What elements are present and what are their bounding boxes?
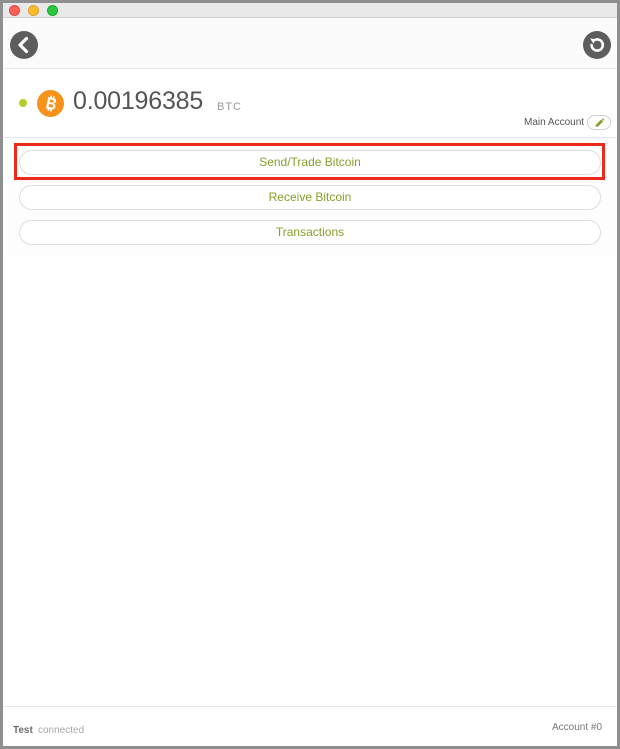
refresh-button[interactable] — [583, 31, 611, 59]
receive-bitcoin-button[interactable]: Receive Bitcoin — [19, 185, 601, 210]
pencil-icon — [595, 118, 605, 127]
network-name: Test — [13, 725, 33, 736]
balance-unit: BTC — [217, 101, 242, 113]
network-status: connected — [38, 725, 85, 736]
close-window-button[interactable] — [9, 5, 20, 16]
send-trade-bitcoin-button[interactable]: Send/Trade Bitcoin — [19, 150, 601, 175]
bitcoin-icon — [37, 90, 64, 117]
connection-status-dot — [19, 99, 27, 107]
account-name: Main Account — [524, 117, 585, 128]
status-footer: Test connected Account #0 — [3, 706, 617, 746]
account-index: Account #0 — [552, 722, 603, 733]
edit-account-name-button[interactable] — [587, 115, 611, 130]
transactions-button[interactable]: Transactions — [19, 220, 601, 245]
wallet-actions: Send/Trade Bitcoin Receive Bitcoin Trans… — [3, 139, 617, 255]
back-button[interactable] — [10, 31, 38, 59]
minimize-window-button[interactable] — [28, 5, 39, 16]
balance-panel: 0.00196385 BTC Main Account — [3, 70, 617, 138]
chevron-left-icon — [18, 36, 29, 54]
refresh-icon — [590, 38, 605, 52]
title-bar — [3, 3, 617, 18]
app-window: 0.00196385 BTC Main Account Send/Trade B… — [0, 0, 620, 749]
balance-amount: 0.00196385 — [73, 87, 204, 115]
maximize-window-button[interactable] — [47, 5, 58, 16]
top-navigation-bar — [3, 19, 617, 69]
